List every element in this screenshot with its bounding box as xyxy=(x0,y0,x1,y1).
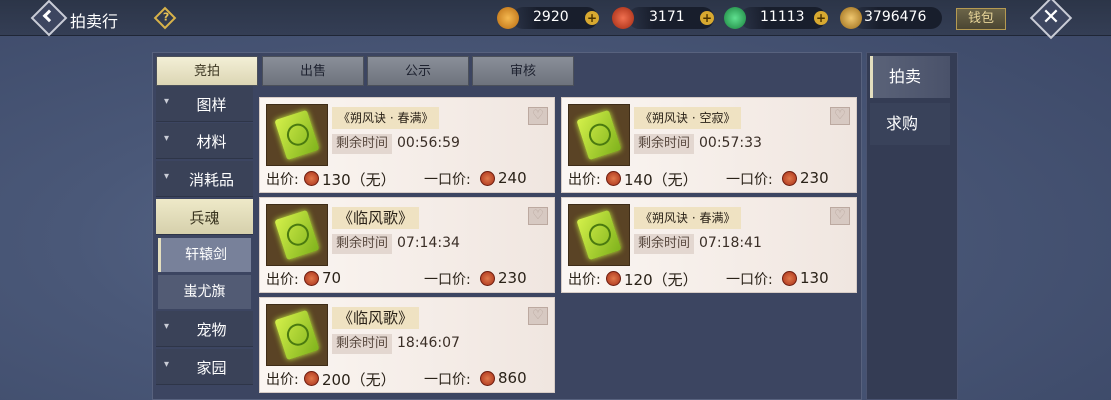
favorite-heart-icon[interactable]: ♡ xyxy=(830,207,850,225)
listing-card[interactable]: 《临风歌》 ♡ 剩余时间 07:14:34 出价: 70 一口价: 230 xyxy=(259,197,555,293)
bid-label: 出价: xyxy=(266,272,299,288)
time-label: 剩余时间 xyxy=(332,234,393,254)
coin-icon xyxy=(782,271,797,286)
page-title: 拍卖行 xyxy=(70,12,119,31)
add-red-coin-button[interactable]: + xyxy=(700,11,714,25)
bid-value: 140（无） xyxy=(624,171,698,189)
bid-value: 70 xyxy=(322,269,342,287)
top-bar: 拍卖行 ? 2920 + 3171 + 11113 + 3796476 钱包 ✕ xyxy=(0,0,1111,40)
scroll-item-icon xyxy=(266,104,328,166)
bid-value: 200（无） xyxy=(322,371,396,389)
category-pets[interactable]: ▾ 宠物 xyxy=(156,311,253,347)
listing-card[interactable]: 《朔风诀 · 春满》 ♡ 剩余时间 07:18:41 出价: 120（无） 一口… xyxy=(561,197,857,293)
bid-label: 出价: xyxy=(568,272,601,288)
coin-icon xyxy=(304,271,319,286)
time-label: 剩余时间 xyxy=(332,134,393,154)
silver-ingot-icon xyxy=(840,7,862,29)
tab-bidding[interactable]: 竞拍 xyxy=(156,56,258,86)
item-name: 《朔风诀 · 春满》 xyxy=(634,207,742,229)
subcategory-xuanyuan-sword[interactable]: 轩辕剑 xyxy=(158,238,251,272)
help-icon[interactable]: ? xyxy=(153,6,177,30)
coin-icon xyxy=(480,271,495,286)
item-name: 《朔风诀 · 空寂》 xyxy=(634,107,742,129)
scroll-item-icon xyxy=(568,204,630,266)
back-arrow-icon[interactable] xyxy=(30,0,68,37)
currency-value-jade: 11113 xyxy=(760,9,805,25)
bid-label: 出价: xyxy=(266,172,299,188)
currency-value-red: 3171 xyxy=(649,9,685,25)
side-tab-wanted[interactable]: 求购 xyxy=(870,103,950,145)
bid-label: 出价: xyxy=(568,172,601,188)
bid-value: 120（无） xyxy=(624,271,698,289)
tab-review[interactable]: 审核 xyxy=(472,56,574,86)
coin-icon xyxy=(782,171,797,186)
time-remaining: 18:46:07 xyxy=(397,335,460,351)
time-label: 剩余时间 xyxy=(634,134,695,154)
side-tab-auction[interactable]: 拍卖 xyxy=(870,56,950,98)
scroll-item-icon xyxy=(568,104,630,166)
close-button[interactable]: ✕ xyxy=(1029,0,1073,40)
item-name: 《临风歌》 xyxy=(332,307,420,329)
red-coin-icon xyxy=(612,7,634,29)
buyout-value: 860 xyxy=(498,369,527,387)
time-remaining: 07:18:41 xyxy=(699,235,762,251)
buyout-label: 一口价: xyxy=(424,272,471,288)
buyout-label: 一口价: xyxy=(726,172,773,188)
coin-icon xyxy=(304,371,319,386)
category-consumables[interactable]: ▾ 消耗品 xyxy=(156,161,253,197)
coin-icon xyxy=(606,271,621,286)
bid-label: 出价: xyxy=(266,372,299,388)
favorite-heart-icon[interactable]: ♡ xyxy=(830,107,850,125)
category-patterns[interactable]: ▾ 图样 xyxy=(156,86,253,122)
buyout-value: 130 xyxy=(800,269,829,287)
favorite-heart-icon[interactable]: ♡ xyxy=(528,307,548,325)
category-home[interactable]: ▾ 家园 xyxy=(156,349,253,385)
category-materials[interactable]: ▾ 材料 xyxy=(156,123,253,159)
buyout-value: 230 xyxy=(800,169,829,187)
add-jade-button[interactable]: + xyxy=(814,11,828,25)
category-soul[interactable]: 兵魂 xyxy=(156,199,253,235)
bid-value: 130（无） xyxy=(322,171,396,189)
coin-icon xyxy=(606,171,621,186)
favorite-heart-icon[interactable]: ♡ xyxy=(528,207,548,225)
subcategory-chiyou-flag[interactable]: 蚩尤旗 xyxy=(158,275,251,309)
scroll-item-icon xyxy=(266,304,328,366)
item-name: 《临风歌》 xyxy=(332,207,420,229)
buyout-value: 230 xyxy=(498,269,527,287)
listing-card[interactable]: 《朔风诀 · 春满》 ♡ 剩余时间 00:56:59 出价: 130（无） 一口… xyxy=(259,97,555,193)
item-name: 《朔风诀 · 春满》 xyxy=(332,107,440,129)
coin-icon xyxy=(480,371,495,386)
close-icon: ✕ xyxy=(1041,5,1061,31)
time-label: 剩余时间 xyxy=(634,234,695,254)
gold-ingot-icon xyxy=(497,7,519,29)
tab-announce[interactable]: 公示 xyxy=(367,56,469,86)
add-gold-button[interactable]: + xyxy=(585,11,599,25)
buyout-label: 一口价: xyxy=(424,172,471,188)
wallet-button[interactable]: 钱包 xyxy=(956,8,1006,30)
time-remaining: 07:14:34 xyxy=(397,235,460,251)
scroll-item-icon xyxy=(266,204,328,266)
buyout-label: 一口价: xyxy=(726,272,773,288)
time-remaining: 00:57:33 xyxy=(699,135,762,151)
time-label: 剩余时间 xyxy=(332,334,393,354)
buyout-value: 240 xyxy=(498,169,527,187)
listing-card[interactable]: 《临风歌》 ♡ 剩余时间 18:46:07 出价: 200（无） 一口价: 86… xyxy=(259,297,555,393)
coin-icon xyxy=(304,171,319,186)
currency-value-gold: 2920 xyxy=(533,9,569,25)
time-remaining: 00:56:59 xyxy=(397,135,460,151)
currency-value-silver: 3796476 xyxy=(864,9,927,25)
tab-sell[interactable]: 出售 xyxy=(262,56,364,86)
favorite-heart-icon[interactable]: ♡ xyxy=(528,107,548,125)
listing-card[interactable]: 《朔风诀 · 空寂》 ♡ 剩余时间 00:57:33 出价: 140（无） 一口… xyxy=(561,97,857,193)
coin-icon xyxy=(480,171,495,186)
jade-icon xyxy=(724,7,746,29)
buyout-label: 一口价: xyxy=(424,372,471,388)
